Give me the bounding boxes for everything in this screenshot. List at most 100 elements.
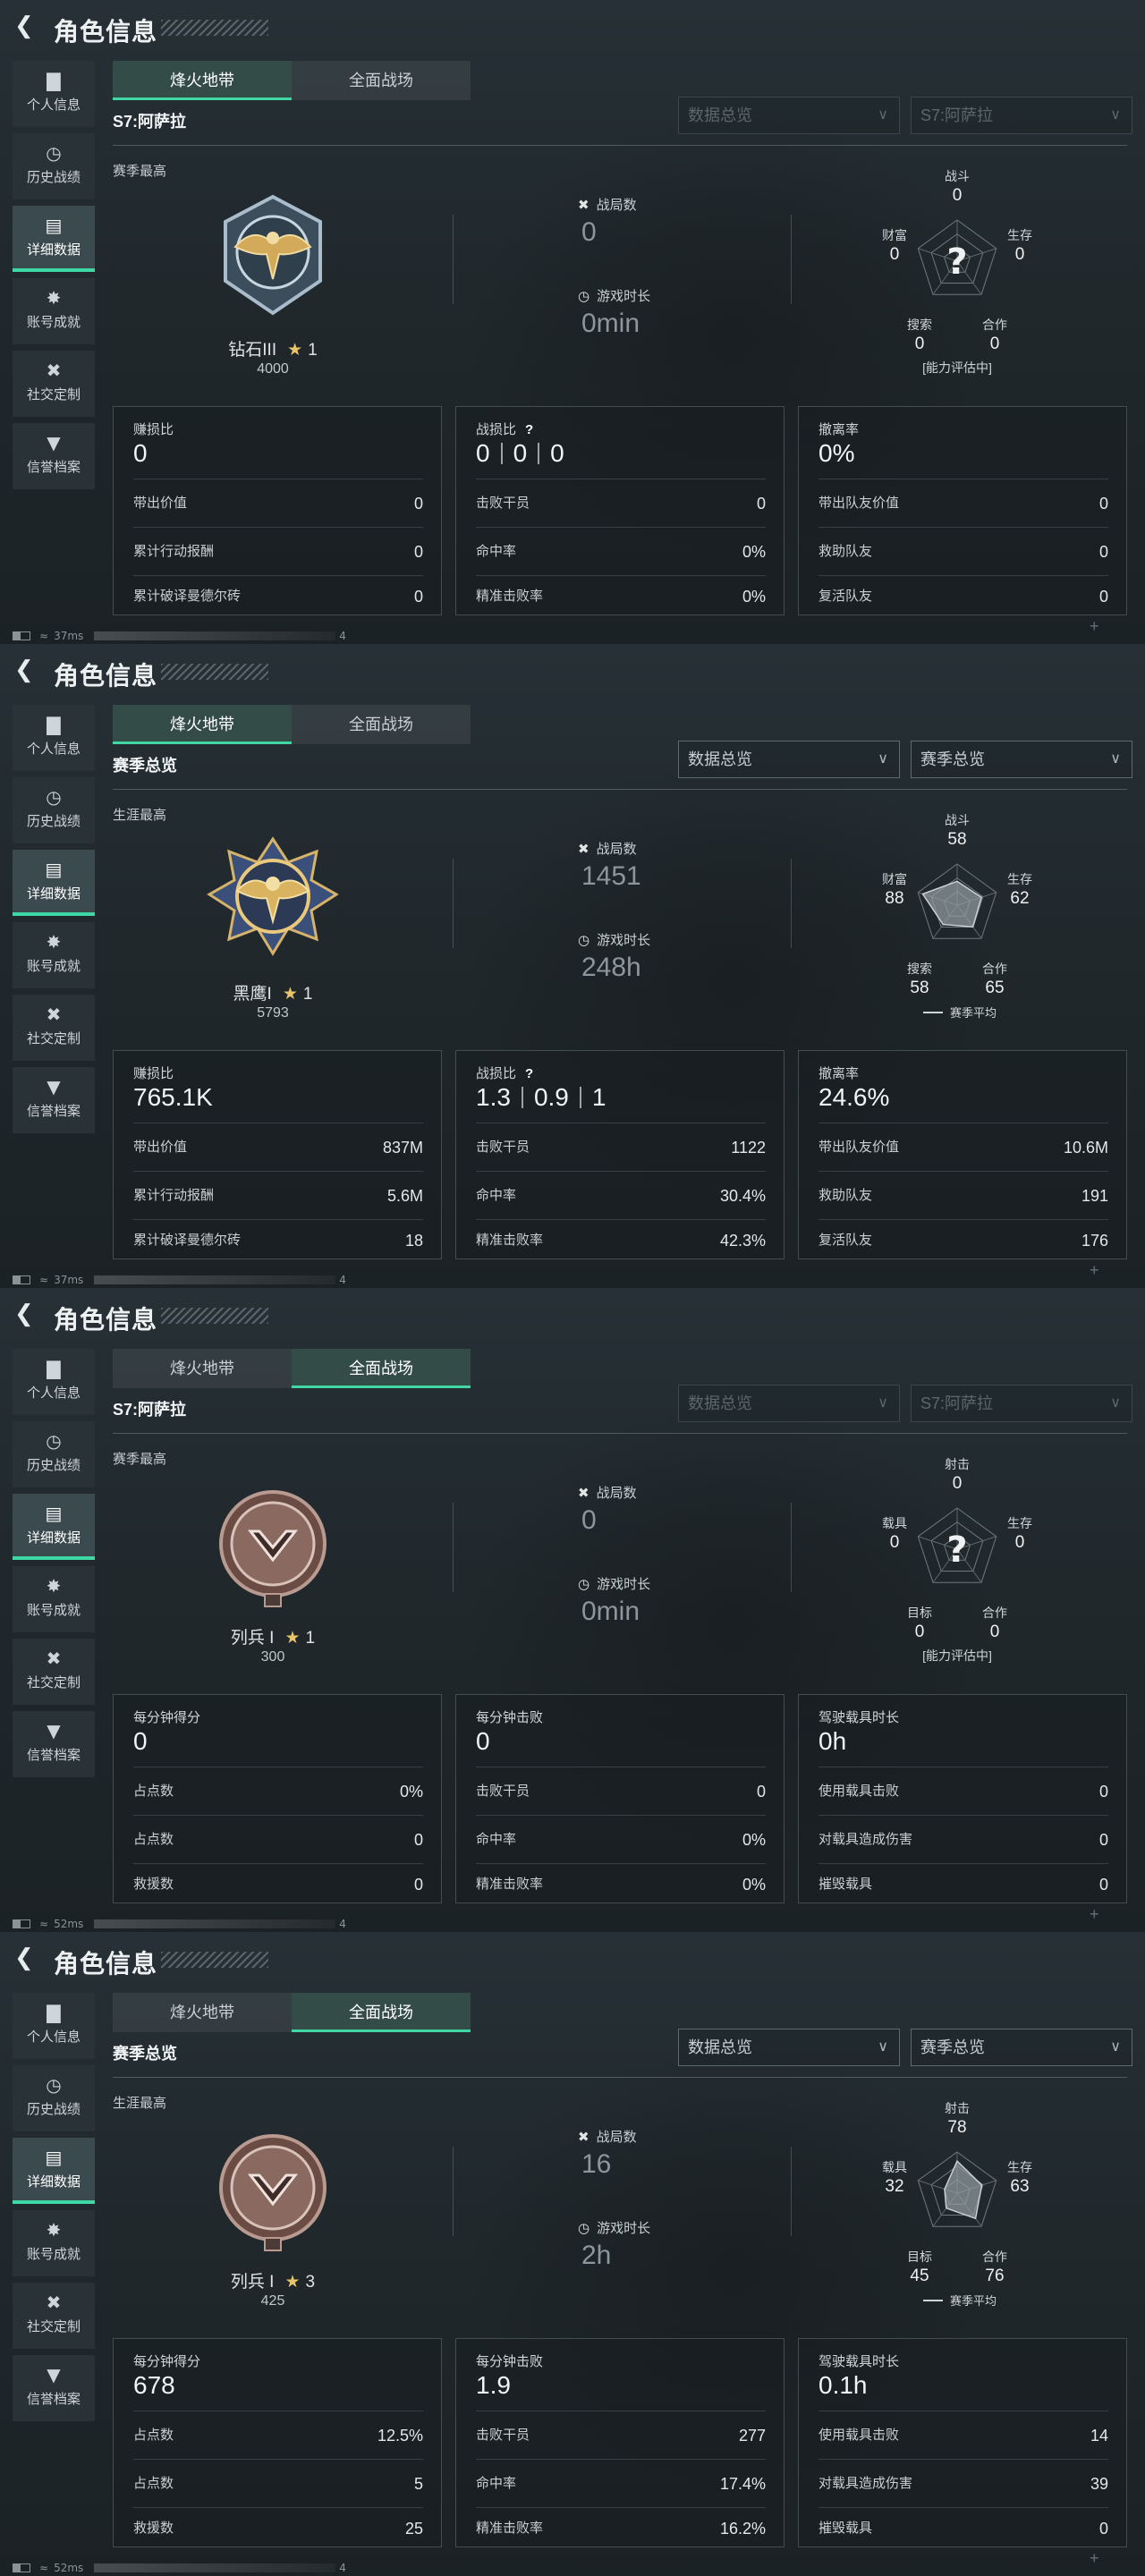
sidebar-item-clock[interactable]: ◷ 历史战绩 bbox=[13, 1421, 95, 1487]
sidebar-item-folder[interactable]: ▤ 详细数据 bbox=[13, 206, 95, 272]
radar-label: 搜索 bbox=[907, 962, 932, 976]
card-row: 对载具造成伤害 0 bbox=[818, 1815, 1108, 1863]
sidebar-item-folder[interactable]: ▤ 详细数据 bbox=[13, 2138, 95, 2204]
sidebar-item-bar-chart[interactable]: ▇ 个人信息 bbox=[13, 705, 95, 771]
divider bbox=[453, 2147, 454, 2236]
battery-icon bbox=[13, 2563, 30, 2572]
card-row: 命中率 30.4% bbox=[476, 1171, 766, 1219]
sidebar-item-wrench[interactable]: ✖ 社交定制 bbox=[13, 995, 95, 1061]
stat-card: 撤离率 0% 带出队友价值 0 救助队友 0 复活队友 0 bbox=[798, 406, 1127, 615]
data-type-dropdown[interactable]: 数据总览 ∨ bbox=[678, 97, 900, 134]
card-title: 每分钟得分 bbox=[133, 1707, 200, 1726]
row-value: 10.6M bbox=[1063, 1139, 1108, 1157]
tab-full-battlefield[interactable]: 全面战场 bbox=[292, 1993, 471, 2032]
card-title: 赚损比 bbox=[133, 1063, 174, 1082]
row-label: 带出队友价值 bbox=[818, 496, 900, 511]
status-strip bbox=[94, 631, 336, 640]
stat-label-text: 游戏时长 bbox=[597, 2221, 651, 2236]
stat-card: 每分钟击败 1.9 击败干员 277 命中率 17.4% 精准击败率 16.2% bbox=[455, 2338, 785, 2547]
row-value: 191 bbox=[1081, 1187, 1108, 1205]
sidebar-item-shield[interactable]: ▼ 信誉档案 bbox=[13, 423, 95, 489]
sidebar-item-shield[interactable]: ▼ 信誉档案 bbox=[13, 1711, 95, 1777]
ability-radar: ? 战斗 0 生存 0 合作 0 搜索 0 财富 0 [能力评估中] bbox=[877, 168, 1073, 383]
sidebar-item-label: 个人信息 bbox=[26, 2029, 81, 2045]
mode-tabs: 烽火地带 全面战场 bbox=[113, 61, 471, 100]
data-type-dropdown[interactable]: 数据总览 ∨ bbox=[678, 2029, 900, 2066]
tab-extraction-zone[interactable]: 烽火地带 bbox=[113, 61, 292, 100]
section-label: 生涯最高 bbox=[113, 808, 167, 823]
back-arrow-icon[interactable]: ❮ bbox=[14, 657, 41, 683]
radar-value: 45 bbox=[910, 2267, 929, 2285]
tab-full-battlefield[interactable]: 全面战场 bbox=[292, 61, 471, 100]
back-arrow-icon[interactable]: ❮ bbox=[14, 1945, 41, 1971]
row-label: 累计行动报酬 bbox=[133, 544, 215, 559]
stat-value: 0 bbox=[581, 1505, 597, 1535]
sidebar-item-clock[interactable]: ◷ 历史战绩 bbox=[13, 133, 95, 199]
season-dropdown[interactable]: S7:阿萨拉 ∨ bbox=[911, 1385, 1132, 1422]
sidebar-item-bar-chart[interactable]: ▇ 个人信息 bbox=[13, 61, 95, 127]
radar-label: 合作 bbox=[982, 962, 1007, 976]
card-row: 命中率 0% bbox=[476, 527, 766, 575]
sidebar-item-badge[interactable]: ✸ 账号成就 bbox=[13, 1566, 95, 1632]
season-dropdown[interactable]: S7:阿萨拉 ∨ bbox=[911, 97, 1132, 134]
radar-chart: ? 战斗 0 生存 0 合作 0 搜索 0 财富 0 [能力评估中] bbox=[882, 169, 1032, 375]
role-info-panel: ❮ 角色信息 ▇ 个人信息 ◷ 历史战绩 ▤ 详细数据 ✸ 账号成就 ✖ 社交定制 ▼ 信誉档案 烽火地带全… bbox=[0, 644, 1145, 1288]
sidebar-item-shield[interactable]: ▼ 信誉档案 bbox=[13, 1067, 95, 1133]
stat-value: 1451 bbox=[581, 861, 641, 891]
radar-label: 合作 bbox=[982, 318, 1007, 332]
sidebar-item-folder[interactable]: ▤ 详细数据 bbox=[13, 850, 95, 916]
sidebar-item-clock[interactable]: ◷ 历史战绩 bbox=[13, 777, 95, 843]
stat-label: ✖ 战局数 bbox=[578, 195, 637, 214]
sidebar-item-wrench[interactable]: ✖ 社交定制 bbox=[13, 2283, 95, 2349]
divider bbox=[791, 1503, 792, 1592]
sidebar-item-wrench[interactable]: ✖ 社交定制 bbox=[13, 1639, 95, 1705]
sidebar-item-clock[interactable]: ◷ 历史战绩 bbox=[13, 2065, 95, 2131]
card-row: 占点数 0 bbox=[133, 1815, 423, 1863]
season-dropdown[interactable]: 赛季总览 ∨ bbox=[911, 2029, 1132, 2066]
sidebar-item-badge[interactable]: ✸ 账号成就 bbox=[13, 922, 95, 988]
role-info-panel: ❮ 角色信息 ▇ 个人信息 ◷ 历史战绩 ▤ 详细数据 ✸ 账号成就 ✖ 社交定制 ▼ 信誉档案 烽火地带全… bbox=[0, 0, 1145, 644]
row-value: 277 bbox=[738, 2427, 766, 2445]
stat-value: 16 bbox=[581, 2149, 612, 2179]
sidebar-item-badge[interactable]: ✸ 账号成就 bbox=[13, 278, 95, 344]
row-value: 0 bbox=[1098, 1783, 1108, 1801]
chevron-down-icon: ∨ bbox=[1110, 107, 1121, 123]
sidebar-item-bar-chart[interactable]: ▇ 个人信息 bbox=[13, 1993, 95, 2059]
divider bbox=[791, 859, 792, 948]
tab-full-battlefield[interactable]: 全面战场 bbox=[292, 1349, 471, 1388]
status-count: 4 bbox=[339, 2562, 346, 2574]
sidebar: ▇ 个人信息 ◷ 历史战绩 ▤ 详细数据 ✸ 账号成就 ✖ 社交定制 ▼ 信誉档案 bbox=[13, 705, 95, 1140]
plus-icon: + bbox=[1090, 617, 1099, 635]
back-arrow-icon[interactable]: ❮ bbox=[14, 13, 41, 39]
tab-extraction-zone[interactable]: 烽火地带 bbox=[113, 1349, 292, 1388]
sidebar-item-badge[interactable]: ✸ 账号成就 bbox=[13, 2210, 95, 2276]
season-dropdown[interactable]: 赛季总览 ∨ bbox=[911, 741, 1132, 778]
sidebar-item-bar-chart[interactable]: ▇ 个人信息 bbox=[13, 1349, 95, 1415]
sidebar-item-folder[interactable]: ▤ 详细数据 bbox=[13, 1494, 95, 1560]
card-row: 带出价值 0 bbox=[133, 479, 423, 527]
data-type-dropdown[interactable]: 数据总览 ∨ bbox=[678, 741, 900, 778]
sidebar-item-shield[interactable]: ▼ 信誉档案 bbox=[13, 2355, 95, 2421]
back-arrow-icon[interactable]: ❮ bbox=[14, 1301, 41, 1327]
tab-full-battlefield[interactable]: 全面战场 bbox=[292, 705, 471, 744]
matches-stat: ✖ 战局数 16 bbox=[578, 2127, 637, 2180]
row-label: 命中率 bbox=[476, 1188, 517, 1203]
sidebar-item-label: 个人信息 bbox=[26, 741, 81, 757]
tab-extraction-zone[interactable]: 烽火地带 bbox=[113, 705, 292, 744]
stat-card: 每分钟击败 0 击败干员 0 命中率 0% 精准击败率 0% bbox=[455, 1694, 785, 1903]
status-strip bbox=[94, 1275, 336, 1284]
page-title: 角色信息 bbox=[54, 662, 158, 690]
wrench-icon: ✖ bbox=[46, 360, 62, 381]
row-label: 使用载具击败 bbox=[818, 1784, 900, 1799]
radar-shape bbox=[944, 2159, 983, 2220]
sidebar-item-wrench[interactable]: ✖ 社交定制 bbox=[13, 351, 95, 417]
help-icon[interactable]: ? bbox=[525, 422, 533, 437]
data-type-dropdown[interactable]: 数据总览 ∨ bbox=[678, 1385, 900, 1422]
row-label: 复活队友 bbox=[818, 589, 873, 604]
card-title-text: 撤离率 bbox=[818, 1066, 860, 1081]
sidebar-item-label: 历史战绩 bbox=[26, 2102, 81, 2117]
page-header: ❮ 角色信息 bbox=[0, 644, 1145, 699]
help-icon[interactable]: ? bbox=[525, 1066, 533, 1081]
page-title: 角色信息 bbox=[54, 18, 158, 46]
tab-extraction-zone[interactable]: 烽火地带 bbox=[113, 1993, 292, 2032]
